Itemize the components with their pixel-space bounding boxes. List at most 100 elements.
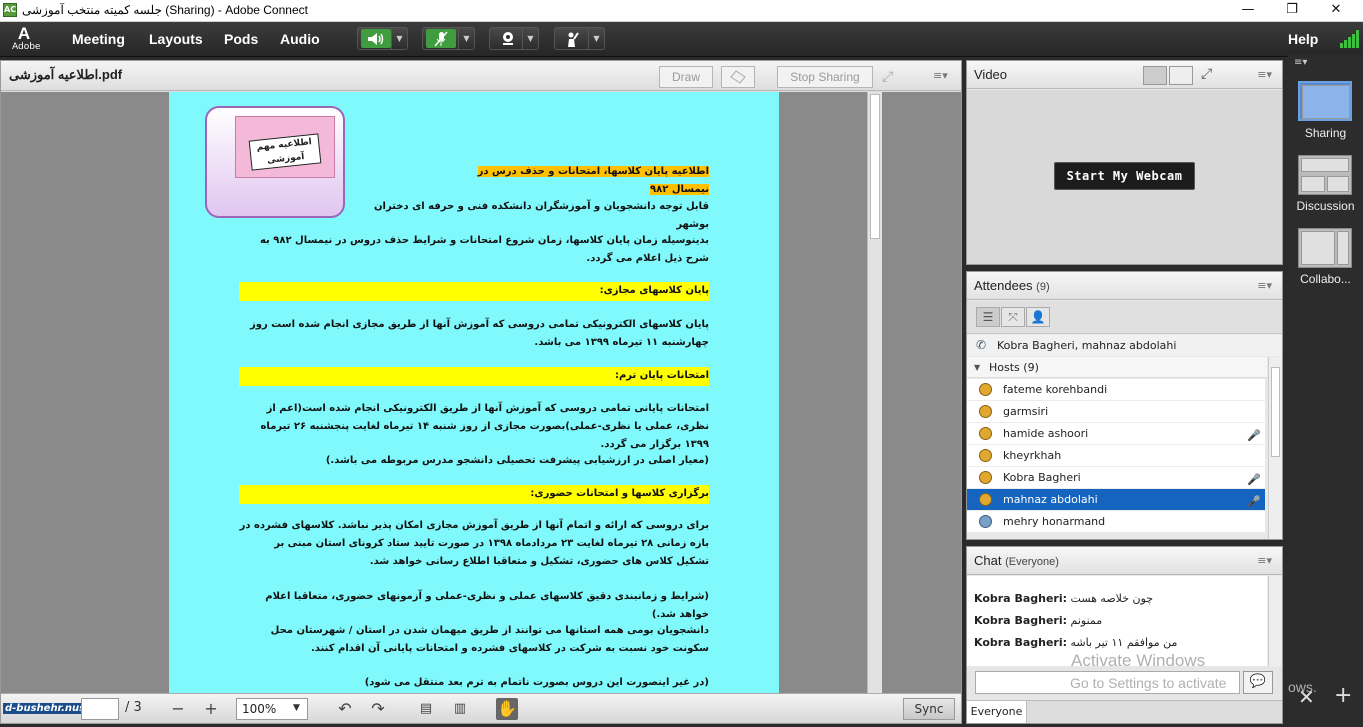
hosts-group-header[interactable]: ▼ Hosts (9) [967,357,1267,378]
draw-button[interactable]: Draw [659,66,713,88]
chat-messages: Kobra Bagheri: چون خلاصه هست Kobra Baghe… [967,576,1267,670]
doc-paragraph: بدینوسیله زمان پایان کلاسها، زمان شروع ا… [259,235,709,264]
page-number-input[interactable] [81,698,119,720]
minimize-button[interactable]: — [1226,0,1270,22]
zoom-select[interactable]: 100% ▼ [236,698,308,720]
attendee-scrollbar[interactable] [1268,357,1282,539]
attendee-name: garmsiri [1003,405,1049,418]
pod-menu-icon[interactable]: ≡▾ [1257,554,1272,567]
fullscreen-icon[interactable]: ⤢ [1201,66,1212,82]
eraser-icon[interactable] [721,66,755,88]
microphone-toggle[interactable]: ▼ [422,27,475,50]
rail-menu-icon[interactable]: ≡▾ [1294,57,1307,68]
host-person-icon [979,405,992,418]
status-view-icon[interactable]: 👤 [1026,307,1050,327]
adobe-logo-text: Adobe [12,42,41,52]
list-item[interactable]: Kobra Bagheri 🎤 [967,467,1265,489]
page-count: / 3 [125,700,142,715]
microphone-icon: 🎤 [1247,495,1261,508]
rotate-right-icon[interactable]: ↷ [367,698,389,720]
adobe-connect-app-icon: AC [3,3,17,17]
doc-section-heading: امتحانات پایان ترم: [239,367,709,386]
zoom-out-icon[interactable]: − [167,698,189,720]
document-page: اطلاعیه مهم آموزشی اطلاعیه پایان کلاسها،… [169,92,779,693]
menu-meeting[interactable]: Meeting [72,31,125,47]
signal-bar [1344,40,1347,48]
list-item[interactable]: mehry honarmand [967,511,1265,533]
zoom-in-icon[interactable]: + [200,698,222,720]
zoom-value: 100% [242,702,277,716]
layouts-rail: ≡▾ Sharing Discussion Collabo... ows. ✕ … [1288,55,1363,727]
layout-thumb-discussion[interactable] [1298,155,1352,195]
breakout-view-icon[interactable]: ⤧ [1001,307,1025,327]
document-viewer[interactable]: اطلاعیه مهم آموزشی اطلاعیه پایان کلاسها،… [1,92,961,693]
pod-menu-icon[interactable]: ≡▾ [1257,68,1272,81]
chat-input-bar: Go to Settings to activate 💬 [967,667,1282,699]
close-button[interactable]: ✕ [1314,0,1358,22]
chat-message: Kobra Bagheri: چون خلاصه هست [974,592,1153,605]
settings-tools-icon[interactable]: ✕ [1298,685,1315,709]
list-item[interactable]: garmsiri [967,401,1265,423]
chevron-down-icon[interactable]: ▼ [391,28,407,49]
video-pod: Video ⤢ ≡▾ Start My Webcam [966,60,1283,265]
speaker-toggle[interactable]: ▼ [357,27,408,50]
document-name: اطلاعیه آموزشی.pdf [9,67,123,82]
raise-hand-toggle[interactable]: ▼ [554,27,605,50]
pod-menu-icon[interactable]: ≡▾ [1257,279,1272,292]
doc-section-heading: برگزاری کلاسها و امتحانات حضوری: [239,485,709,504]
list-item[interactable]: mahnaz abdolahi 🎤 [967,489,1265,511]
layout-thumb-block [1301,158,1349,172]
attendee-name: hamide ashoori [1003,427,1089,440]
phone-icon: ✆ [976,338,987,352]
filmstrip-view-icon[interactable] [1169,66,1193,85]
grid-view-icon[interactable] [1143,66,1167,85]
document-scrollbar[interactable] [867,92,882,693]
send-message-icon[interactable]: 💬 [1243,671,1273,694]
webcam-toggle[interactable]: ▼ [489,27,539,50]
menu-pods[interactable]: Pods [224,31,258,47]
list-item[interactable]: hamide ashoori 🎤 [967,423,1265,445]
multi-page-icon[interactable]: ▥ [449,698,471,720]
layout-thumb-sharing[interactable] [1298,81,1352,121]
doc-paragraph: دانشجویان بومی همه استانها می توانند از … [270,625,709,654]
chevron-down-icon[interactable]: ▼ [458,28,474,49]
menu-layouts[interactable]: Layouts [149,31,203,47]
pan-hand-icon[interactable]: ✋ [496,698,518,720]
layout-thumb-collaboration[interactable] [1298,228,1352,268]
chat-tab-everyone[interactable]: Everyone [967,701,1027,723]
chevron-down-icon[interactable]: ▼ [522,28,538,49]
list-item[interactable]: fateme korehbandi [967,379,1265,401]
attendee-name: fateme korehbandi [1003,383,1108,396]
maximize-button[interactable]: ❐ [1270,0,1314,22]
stop-sharing-button[interactable]: Stop Sharing [777,66,873,88]
menu-bar [0,22,1363,57]
sync-button[interactable]: Sync [903,698,955,720]
rotate-left-icon[interactable]: ↶ [334,698,356,720]
single-page-icon[interactable]: ▤ [415,698,437,720]
list-item[interactable]: kheyrkhah [967,445,1265,467]
expand-arrow-icon: ▼ [974,363,981,372]
menu-audio[interactable]: Audio [280,31,320,47]
pod-menu-icon[interactable]: ≡▾ [933,69,948,82]
notice-sign: اطلاعیه مهم آموزشی [248,133,322,171]
attendee-list[interactable]: fateme korehbandi garmsiri hamide ashoor… [967,379,1267,539]
speaking-names: Kobra Bagheri, mahnaz abdolahi [997,339,1177,352]
chat-message: Kobra Bagheri: ممنونم [974,614,1102,627]
scrollbar-thumb[interactable] [1271,367,1280,457]
chevron-down-icon[interactable]: ▼ [588,28,604,49]
chat-scrollbar[interactable] [1268,576,1282,666]
add-layout-icon[interactable]: + [1334,683,1352,708]
doc-heading: اطلاعیه پایان کلاسها، امتحانات و حذف درس… [477,166,709,195]
video-pod-header: Video ⤢ ≡▾ [967,61,1282,89]
attendee-name: kheyrkhah [1003,449,1062,462]
fullscreen-icon[interactable]: ⤢ [882,69,893,85]
window-title-bar: AC جلسه کمیته منتخب آموزشی (Sharing) - A… [0,0,1363,22]
chat-pod: Chat (Everyone) ≡▾ Kobra Bagheri: چون خل… [966,546,1283,724]
activate-windows-hint: Go to Settings to activate [1070,675,1227,691]
chat-input[interactable]: Go to Settings to activate [975,671,1240,694]
layout-label: Discussion [1296,199,1355,213]
scrollbar-thumb[interactable] [870,94,880,239]
start-webcam-button[interactable]: Start My Webcam [1054,162,1195,190]
menu-help[interactable]: Help [1288,31,1318,47]
list-view-icon[interactable]: ☰ [976,307,1000,327]
